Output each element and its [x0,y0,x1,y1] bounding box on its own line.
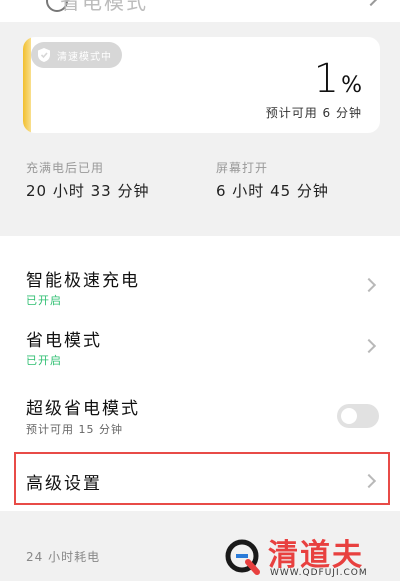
smart-fast-charge-row[interactable]: 智能极速充电 已开启 [0,244,400,314]
battery-level-bar [23,37,31,133]
since-full-value: 20 小时 33 分钟 [26,182,150,200]
battery-settings-screen: 省电模式 清速模式中 1 % 预计可用 6 分钟 充满电后已用 20 小时 33… [0,0,400,581]
mode-badge: 清速模式中 [31,42,122,68]
battery-percent-unit: % [341,73,362,98]
battery-estimate: 预计可用 6 分钟 [265,106,362,120]
battery-percentage: 1 % [314,57,362,101]
battery-percent-value: 1 [313,56,340,102]
smart-fast-charge-status: 已开启 [26,294,62,307]
watermark-url: WWW.QDFUJI.COM [270,568,368,578]
screen-on-label: 屏幕打开 [216,161,269,175]
highlight-annotation-box [14,452,390,505]
partial-top-row[interactable]: 省电模式 [0,0,400,22]
chevron-right-icon [361,277,377,293]
mode-badge-label: 清速模式中 [57,51,112,63]
shield-icon [38,48,50,62]
power-saving-status: 已开启 [26,354,62,367]
power-saving-row[interactable]: 省电模式 已开启 [0,314,400,384]
chevron-right-icon [363,0,379,7]
power-saving-title: 省电模式 [26,331,102,351]
battery-status-card: 清速模式中 1 % 预计可用 6 分钟 [23,37,380,133]
watermark-logo-icon [225,539,260,575]
super-power-saving-toggle[interactable] [337,404,379,428]
watermark: 清道夫 WWW.QDFUJI.COM [222,530,400,581]
super-power-saving-title: 超级省电模式 [26,399,140,419]
partial-top-row-label: 省电模式 [60,0,148,14]
chevron-right-icon [361,338,377,354]
screen-on-value: 6 小时 45 分钟 [216,182,329,200]
super-power-saving-row: 超级省电模式 预计可用 15 分钟 [0,384,400,454]
since-full-label: 充满电后已用 [26,161,105,175]
usage-24h-label: 24 小时耗电 [26,550,101,564]
super-power-saving-subtitle: 预计可用 15 分钟 [26,423,123,436]
toggle-knob [341,408,357,424]
smart-fast-charge-title: 智能极速充电 [26,271,140,291]
